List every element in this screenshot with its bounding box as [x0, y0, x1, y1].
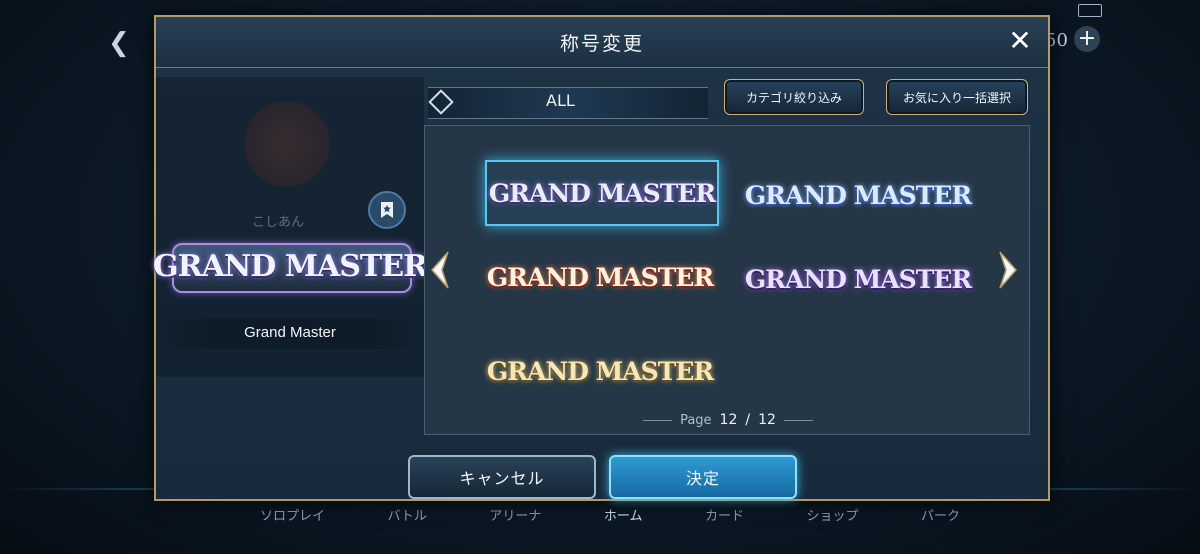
nav-item-shop: ショップ	[806, 509, 859, 524]
page-separator: /	[745, 412, 751, 428]
close-icon[interactable]: ✕	[1004, 25, 1036, 57]
background-bottom-nav: ソロプレイ バトル アリーナ ホーム カード ショップ パーク	[260, 505, 960, 545]
confirm-button[interactable]: 決定	[609, 455, 797, 499]
favorite-bulk-select-button[interactable]: お気に入り一括選択	[886, 79, 1028, 115]
title-item[interactable]: GRAND MASTER	[485, 246, 715, 308]
title-item[interactable]: GRAND MASTER	[743, 164, 973, 226]
title-item-text: GRAND MASTER	[744, 180, 972, 210]
cancel-button[interactable]: キャンセル	[408, 455, 596, 499]
page-total: 12	[758, 412, 776, 428]
selected-title-badge-text: GRAND MASTER	[153, 248, 428, 284]
nav-item-card: カード	[704, 509, 744, 524]
back-arrow-icon: ❮	[108, 28, 130, 58]
page-label: Page	[680, 412, 712, 428]
selected-title-name: Grand Master	[244, 324, 336, 341]
nav-item-home: ホーム	[603, 509, 643, 524]
title-item-text: GRAND MASTER	[744, 264, 972, 294]
title-item-text: GRAND MASTER	[488, 178, 716, 208]
title-item[interactable]: GRAND MASTER	[485, 340, 715, 402]
nav-item-arena: アリーナ	[489, 509, 542, 524]
title-item[interactable]: GRAND MASTER	[743, 248, 973, 310]
add-currency-icon: +	[1074, 26, 1100, 52]
dialog-title: 称号変更	[559, 33, 644, 55]
favorite-bookmark-icon[interactable]	[368, 191, 406, 229]
previous-page-arrow-icon[interactable]	[427, 248, 453, 292]
nav-item-perk: パーク	[920, 509, 960, 524]
page-divider	[783, 419, 813, 421]
page-indicator: Page 12 / 12	[643, 412, 813, 428]
title-item-text: GRAND MASTER	[486, 262, 714, 292]
nav-item-solo: ソロプレイ	[260, 509, 326, 524]
category-label: ALL	[546, 91, 575, 110]
category-filter-button[interactable]: カテゴリ絞り込み	[724, 79, 864, 115]
title-item-selected[interactable]: GRAND MASTER	[485, 160, 719, 226]
avatar	[244, 101, 330, 187]
title-change-dialog: 称号変更 ✕ こしあん GRAND MASTER Grand Master AL…	[153, 15, 1050, 501]
next-page-arrow-icon[interactable]	[995, 248, 1021, 292]
title-grid-panel: GRAND MASTER GRAND MASTER GRAND MASTER G…	[424, 125, 1030, 435]
battery-icon	[1078, 4, 1102, 17]
nav-item-battle: バトル	[387, 509, 427, 524]
title-item-text: GRAND MASTER	[486, 356, 714, 386]
player-name: こしあん	[252, 215, 305, 230]
page-divider	[643, 419, 673, 421]
selected-title-badge: GRAND MASTER	[153, 229, 428, 303]
page-current: 12	[719, 412, 738, 428]
